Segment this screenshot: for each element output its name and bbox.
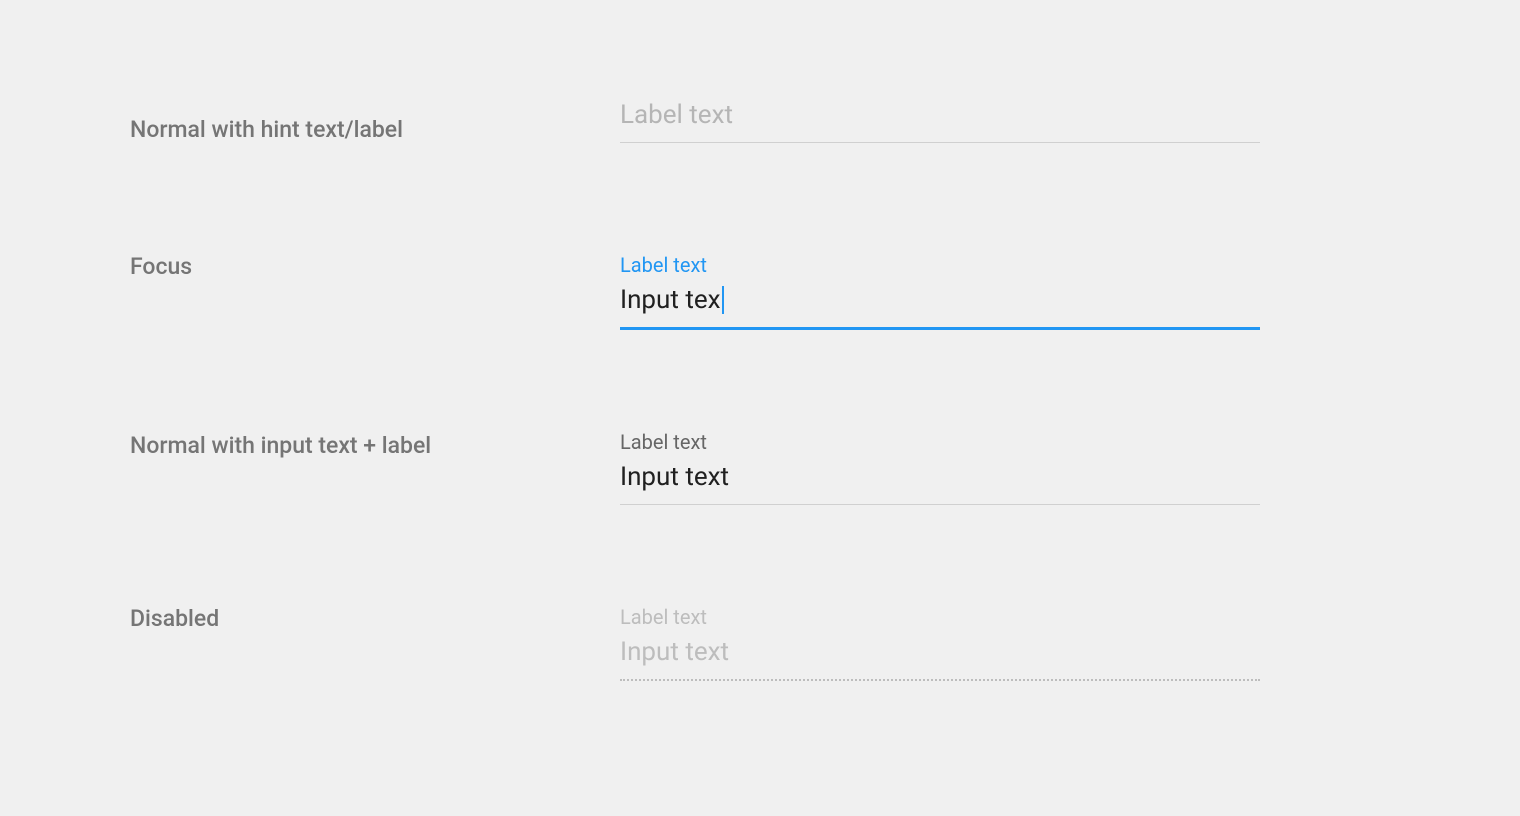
state-caption: Disabled	[130, 605, 620, 632]
state-row-normal-hint: Normal with hint text/label Label text	[130, 100, 1400, 143]
text-field-focus[interactable]: Label text Input tex	[620, 253, 1260, 330]
text-field-filled[interactable]: Label text Input text	[620, 430, 1260, 505]
state-caption: Normal with hint text/label	[130, 100, 620, 143]
state-caption: Normal with input text + label	[130, 430, 620, 459]
floating-label: Label text	[620, 605, 1260, 629]
state-row-disabled: Disabled Label text Input text	[130, 605, 1400, 681]
input-value: Input text	[620, 462, 1260, 492]
text-field-disabled: Label text Input text	[620, 605, 1260, 681]
floating-label: Label text	[620, 430, 1260, 454]
text-field-normal[interactable]: Label text	[620, 100, 1260, 143]
state-caption: Focus	[130, 253, 620, 280]
text-cursor	[722, 286, 724, 314]
hint-text: Label text	[620, 100, 1260, 130]
state-row-filled: Normal with input text + label Label tex…	[130, 430, 1400, 505]
input-value: Input tex	[620, 285, 1260, 315]
floating-label: Label text	[620, 253, 1260, 277]
state-row-focus: Focus Label text Input tex	[130, 253, 1400, 330]
input-value: Input text	[620, 637, 1260, 667]
